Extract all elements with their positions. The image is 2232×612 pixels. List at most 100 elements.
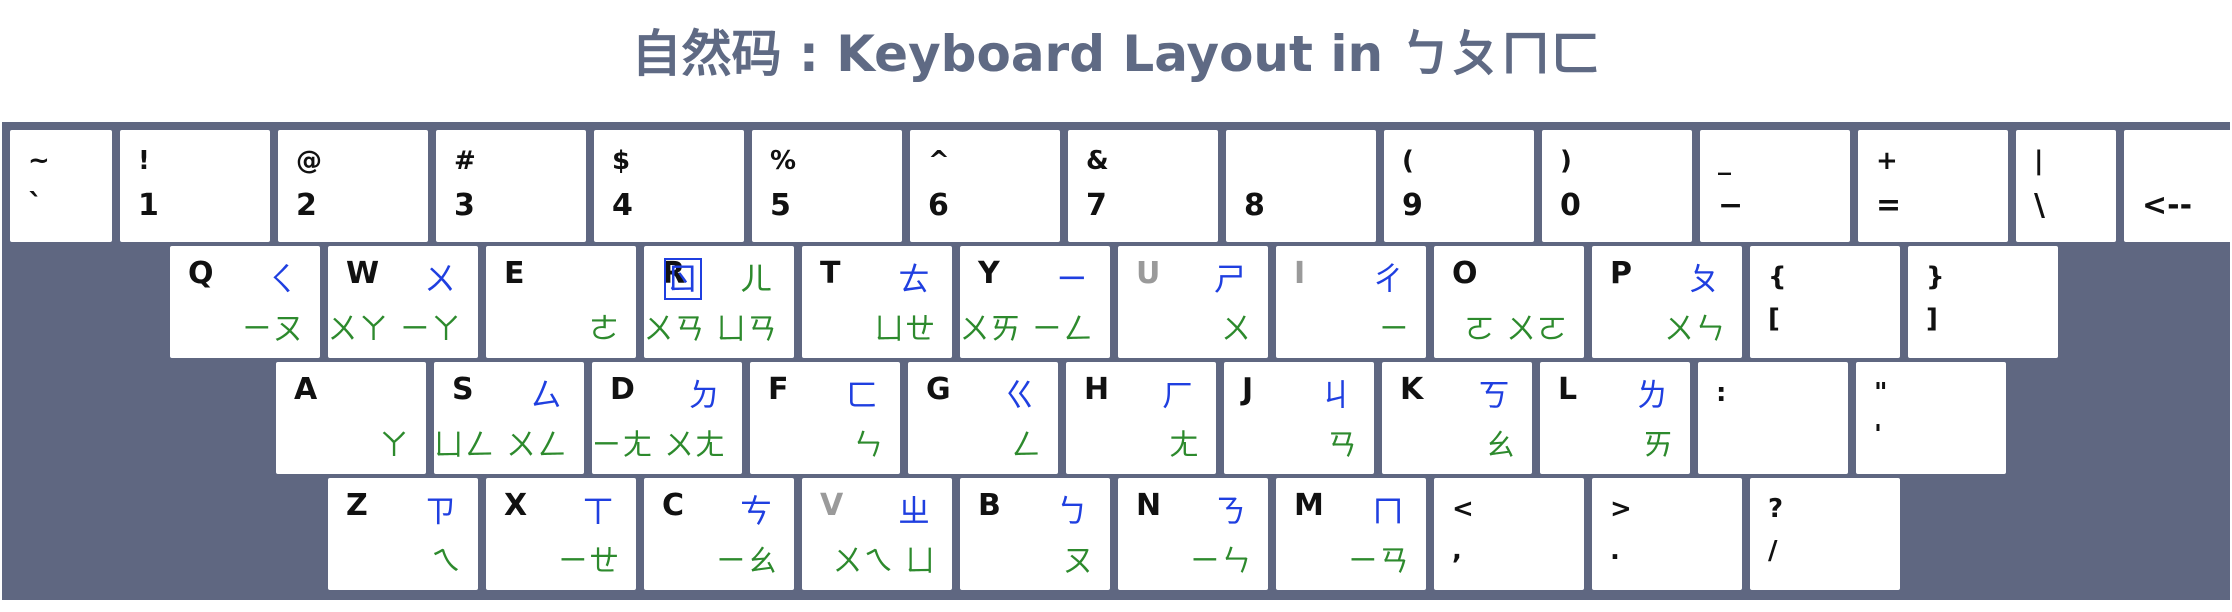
key-sym[interactable]: + = [1858, 130, 2008, 242]
key-top-label: @ [296, 146, 322, 176]
key-k[interactable]: K ㄎㄠ [1382, 362, 1532, 474]
key-sym[interactable]: 8 [1226, 130, 1376, 242]
key-w[interactable]: W ㄨㄨㄚ ㄧㄚ [327, 246, 478, 358]
key-initial-zhuyin: ㄗ [423, 492, 456, 530]
key-final-zhuyin: ㄩㄝ [874, 312, 936, 347]
key-bottom-label: ] [1926, 304, 1938, 334]
key-initial-zhuyin: ㄎ [1477, 376, 1510, 414]
key-a[interactable]: Aㄚ [276, 362, 426, 474]
key-final-zhuyin: ㄧㄢ [1348, 544, 1410, 579]
key-top-label: | [2034, 146, 2044, 176]
key-n[interactable]: N ㄋㄧㄣ [1118, 478, 1268, 590]
key-final-zhuyin: ㄧㄠ [716, 544, 778, 579]
key-y[interactable]: Y ㄧㄨㄞ ㄧㄥ [959, 246, 1110, 358]
key-sym[interactable]: & 7 [1068, 130, 1218, 242]
key-final-zhuyin: ㄨㄚ ㄧㄚ [327, 312, 462, 347]
key-final-zhuyin: ㄧ [1379, 312, 1410, 347]
key-d[interactable]: D ㄉㄧㄤ ㄨㄤ [591, 362, 742, 474]
key-final-zhuyin: ㄤ [1169, 428, 1200, 463]
key-bottom-label: 3 [454, 188, 475, 223]
key-bottom-label: − [1718, 188, 1744, 223]
key-bottom-label: = [1876, 188, 1902, 223]
key-final-zhuyin: ㄧㄣ [1190, 544, 1252, 579]
key-v[interactable]: V ㄓㄨㄟ ㄩ [802, 478, 952, 590]
key-bottom-label: . [1610, 536, 1620, 566]
key-final-zhuyin: ㄟ [431, 544, 462, 579]
key-final-zhuyin: ㄧㄤ ㄨㄤ [591, 428, 726, 463]
key-top-label: I [1294, 256, 1306, 291]
key-initial-zhuyin: ㄊ [897, 260, 930, 298]
key-sym[interactable]: #3 [436, 130, 586, 242]
key-initial-zhuyin: ㄑ [265, 260, 298, 298]
key-o[interactable]: O ㄛ ㄨㄛ [1434, 246, 1584, 358]
key-top-label: C [662, 488, 685, 523]
key-sym[interactable]: % 5 [752, 130, 902, 242]
key-initial-zhuyin: ㄧ [1055, 260, 1088, 298]
key-sym[interactable]: ) 0 [1542, 130, 1692, 242]
key-top-label: ( [1402, 146, 1414, 176]
key-c[interactable]: C ㄘㄧㄠ [644, 478, 794, 590]
key-bottom-label: ` [28, 188, 43, 223]
key-final-zhuyin: ㄞ [1643, 428, 1674, 463]
key-g[interactable]: G ㄍㄥ [908, 362, 1058, 474]
key-p[interactable]: P ㄆㄨㄣ [1592, 246, 1742, 358]
key-sym[interactable]: ? / [1750, 478, 1900, 590]
key-initial-zhuyin: ㄙ [529, 376, 562, 414]
key-final-zhuyin: ㄧㄡ [242, 312, 304, 347]
key-s[interactable]: S ㄙㄩㄥ ㄨㄥ [433, 362, 584, 474]
key-sym[interactable]: ^ 6 [910, 130, 1060, 242]
key-initial-zhuyin: ㄐ [1319, 376, 1352, 414]
key-sym[interactable]: $4 [594, 130, 744, 242]
key-bottom-label: 7 [1086, 188, 1107, 223]
key-x[interactable]: X ㄒㄧㄝ [486, 478, 636, 590]
key-sym[interactable]: <, [1434, 478, 1584, 590]
key-f[interactable]: F ㄈㄣ [750, 362, 900, 474]
key-final-zhuyin: ㄚ [379, 428, 410, 463]
key-top-label: D [610, 372, 635, 407]
key-h[interactable]: H ㄏㄤ [1066, 362, 1216, 474]
key-m[interactable]: M ㄇㄧㄢ [1276, 478, 1426, 590]
key-sym[interactable]: <-- [2124, 130, 2232, 242]
key-top-label: T [820, 256, 841, 291]
key-final-zhuyin: ㄜ [589, 312, 620, 347]
key-sym[interactable]: _ − [1700, 130, 1850, 242]
key-bottom-label: 0 [1560, 188, 1581, 223]
key-sym[interactable]: {[ [1750, 246, 1900, 358]
key-top-label: $ [612, 146, 631, 176]
key-i[interactable]: I ㄔㄧ [1276, 246, 1426, 358]
key-final-zhuyin: ㄛ ㄨㄛ [1464, 312, 1568, 347]
zhuyin-final-part: ㄦ [729, 260, 772, 298]
key-initial-zhuyin: ㄌ [1635, 376, 1668, 414]
key-u[interactable]: U ㄕㄨ [1118, 246, 1268, 358]
key-initial-zhuyin: ㄆ [1687, 260, 1720, 298]
key-final-zhuyin: ㄨㄞ ㄧㄥ [959, 312, 1094, 347]
zhuyin-initial-part: ㄖ [663, 258, 702, 300]
key-initial-zhuyin: ㄖ ㄦ [663, 254, 772, 300]
key-final-zhuyin: ㄩㄥ ㄨㄥ [433, 428, 568, 463]
key-top-label: _ [1718, 146, 1731, 176]
key-sym[interactable]: >. [1592, 478, 1742, 590]
key-t[interactable]: T ㄊㄩㄝ [802, 246, 952, 358]
key-top-label: M [1294, 488, 1324, 523]
key-r[interactable]: Rㄖ ㄦㄨㄢ ㄩㄢ [643, 246, 794, 358]
key-final-zhuyin: ㄡ [1063, 544, 1094, 579]
key-b[interactable]: B ㄅㄡ [960, 478, 1110, 590]
key-sym[interactable]: | \ [2016, 130, 2116, 242]
key-l[interactable]: L ㄌㄞ [1540, 362, 1690, 474]
key-e[interactable]: Eㄜ [486, 246, 636, 358]
key-sym[interactable]: }] [1908, 246, 2058, 358]
key-sym[interactable]: @2 [278, 130, 428, 242]
key-z[interactable]: Z ㄗㄟ [328, 478, 478, 590]
key-top-label: F [768, 372, 789, 407]
key-sym[interactable]: " ' [1856, 362, 2006, 474]
key-top-label: E [504, 256, 525, 291]
key-sym[interactable]: ! 1 [120, 130, 270, 242]
key-q[interactable]: Q ㄑㄧㄡ [170, 246, 320, 358]
key-top-label: Y [978, 256, 1000, 291]
key-sym[interactable]: (9 [1384, 130, 1534, 242]
key-top-label: K [1400, 372, 1424, 407]
key-sym[interactable]: ~ ` [10, 130, 112, 242]
key-bottom-label: 1 [138, 188, 159, 223]
key-sym[interactable]: : [1698, 362, 1848, 474]
key-j[interactable]: J ㄐㄢ [1224, 362, 1374, 474]
